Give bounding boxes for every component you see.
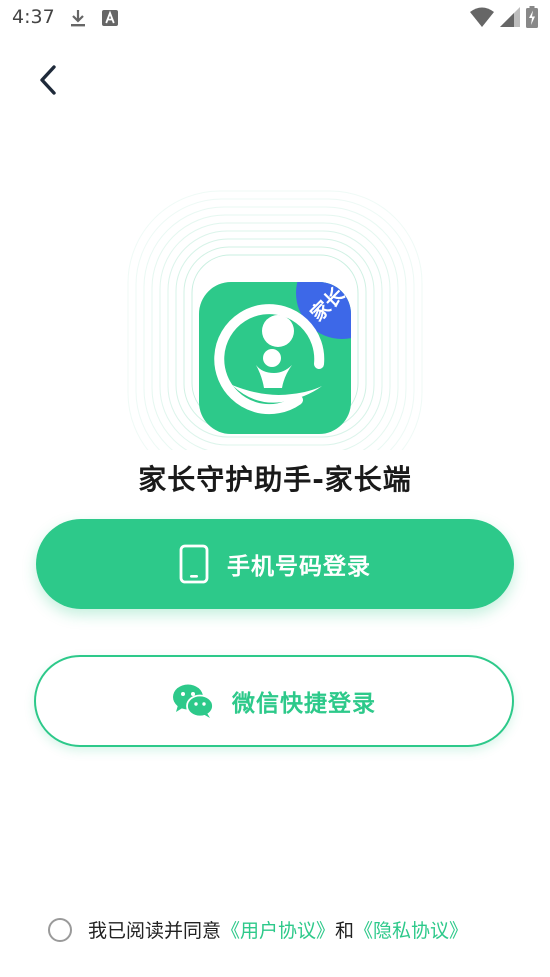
wifi-icon	[470, 7, 494, 27]
back-button[interactable]	[28, 58, 68, 102]
battery-charging-icon	[526, 6, 538, 28]
agreement-prefix: 我已阅读并同意	[88, 920, 222, 942]
app-title: 家长守护助手-家长端	[138, 463, 412, 496]
text-a-icon	[102, 10, 118, 26]
agreement-checkbox[interactable]	[48, 917, 72, 942]
phone-login-label: 手机号码登录	[227, 554, 371, 580]
signal-icon	[500, 7, 520, 27]
download-icon	[71, 10, 85, 27]
agreement-row: 我已阅读并同意 《用户协议》 和 《隐私协议》	[48, 916, 468, 943]
app-logo-area: 家长	[0, 180, 550, 486]
status-left-icons	[70, 8, 118, 28]
user-agreement-link[interactable]: 《用户协议》	[221, 916, 335, 943]
phone-icon	[179, 544, 209, 584]
phone-login-button[interactable]: 手机号码登录	[36, 519, 514, 609]
agreement-conjunction: 和	[335, 920, 355, 942]
wechat-login-button[interactable]: 微信快捷登录	[34, 655, 514, 747]
chevron-left-icon	[40, 65, 56, 95]
status-time: 4:37	[12, 6, 55, 28]
privacy-agreement-link[interactable]: 《隐私协议》	[354, 916, 468, 943]
app-logo: 家长	[127, 190, 423, 486]
wechat-icon	[173, 684, 214, 718]
wechat-login-label: 微信快捷登录	[232, 691, 376, 717]
status-bar: 4:37	[0, 0, 550, 36]
status-right-icons	[470, 6, 538, 28]
